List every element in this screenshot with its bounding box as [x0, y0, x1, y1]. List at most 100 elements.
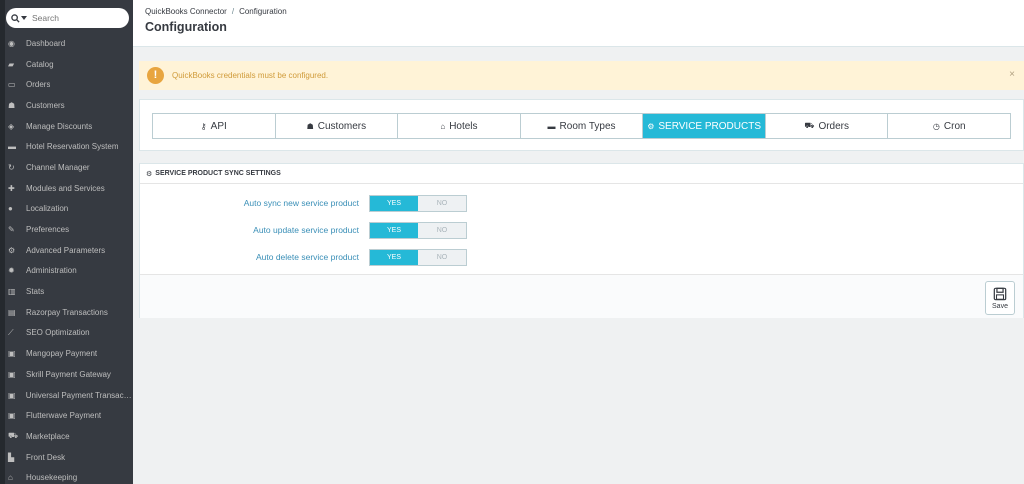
yes-option[interactable]: YES: [370, 223, 418, 238]
sidebar-item[interactable]: ▙ Front Desk: [0, 447, 133, 468]
no-option[interactable]: NO: [418, 223, 466, 238]
yes-option[interactable]: YES: [370, 250, 418, 265]
tabs-panel: ⚷ API ☗ Customers ⌂ Hotels ▬ Room Types ⚙ SERVICE…: [139, 99, 1024, 151]
sidebar-item-label: Preferences: [26, 225, 70, 235]
sidebar-item-label: Stats: [26, 287, 45, 297]
tab-cron[interactable]: ◷ Cron: [888, 114, 1011, 138]
warning-alert: ! QuickBooks credentials must be configu…: [139, 61, 1024, 90]
sidebar-item-label: Marketplace: [26, 431, 70, 441]
tab-room-types[interactable]: ▬ Room Types: [520, 114, 644, 138]
sidebar-item[interactable]: ▥ Stats: [0, 281, 133, 302]
search-box[interactable]: [6, 8, 129, 28]
sidebar-item-label: Housekeeping: [26, 473, 78, 483]
sidebar-item-label: Universal Payment Transacti...: [25, 390, 133, 400]
sidebar-item[interactable]: ◉ Dashboard: [0, 33, 133, 54]
sidebar-item-label: Dashboard: [26, 38, 66, 48]
yes-no-switch: YES NO: [369, 222, 467, 239]
breadcrumb: QuickBooks Connector / Configuration: [145, 7, 287, 16]
sidebar-item[interactable]: ▣ Flutterwave Payment: [0, 405, 133, 426]
breadcrumb-link[interactable]: QuickBooks Connector: [145, 7, 227, 16]
sidebar-item-label: Channel Manager: [26, 162, 90, 172]
main-content: QuickBooks Connector / Configuration Confi…: [133, 0, 1024, 484]
page-title: Configuration: [145, 20, 227, 34]
user-icon: ☗: [306, 121, 314, 131]
tab-service-products[interactable]: ⚙ SERVICE PRODUCTS: [643, 114, 766, 138]
search-input[interactable]: [32, 13, 122, 23]
money-icon: ▣: [8, 411, 16, 421]
sidebar-item[interactable]: ⚙ Advanced Parameters: [0, 240, 133, 261]
sidebar-item[interactable]: ✎ Preferences: [0, 219, 133, 240]
setting-label: Auto update service product: [253, 225, 359, 235]
sidebar-item-label: Mangopay Payment: [26, 349, 98, 359]
globe-icon: ●: [8, 204, 13, 214]
panel-footer: Save: [140, 274, 1023, 318]
sidebar-menu: ◉ Dashboard ▰ Catalog ▭ Orders ☗ Customers ◈ Mana…: [0, 33, 133, 484]
tab-api[interactable]: ⚷ API: [153, 114, 276, 138]
breadcrumb-separator: /: [231, 7, 235, 16]
money-icon: ▣: [8, 390, 16, 400]
money-icon: ▣: [8, 349, 16, 359]
setting-row: Auto delete service product YES NO: [140, 249, 1023, 266]
home-icon: ⌂: [440, 121, 446, 131]
settings-panel: ⚙ SERVICE PRODUCT SYNC SETTINGS Auto syn…: [139, 163, 1024, 318]
users-icon: ☗: [8, 100, 16, 110]
sidebar-item-label: Localization: [26, 204, 69, 214]
sidebar-item[interactable]: ✹ Administration: [0, 261, 133, 282]
tab-orders[interactable]: ⛟ Orders: [765, 114, 889, 138]
sidebar-item[interactable]: ⛟ Marketplace: [0, 426, 133, 447]
sidebar-item[interactable]: ▬ Hotel Reservation System: [0, 136, 133, 157]
save-button[interactable]: Save: [985, 281, 1015, 315]
sidebar-item-label: Advanced Parameters: [26, 245, 106, 255]
sidebar-item[interactable]: ☗ Customers: [0, 95, 133, 116]
sidebar-item-label: Customers: [26, 100, 65, 110]
setting-label: Auto sync new service product: [243, 198, 359, 208]
search-icon[interactable]: [6, 13, 32, 23]
tab-label: Cron: [943, 120, 966, 132]
sidebar-item[interactable]: ↻ Channel Manager: [0, 157, 133, 178]
sidebar-item[interactable]: ▭ Orders: [0, 74, 133, 95]
sidebar-item-label: Razorpay Transactions: [26, 307, 108, 317]
sidebar-item[interactable]: ▣ Universal Payment Transacti...: [0, 385, 133, 406]
tab-hotels[interactable]: ⌂ Hotels: [398, 114, 521, 138]
panel-heading: ⚙ SERVICE PRODUCT SYNC SETTINGS: [140, 164, 1023, 184]
sidebar-item[interactable]: ▤ Razorpay Transactions: [0, 302, 133, 323]
setting-label: Auto delete service product: [255, 252, 359, 262]
yes-no-switch: YES NO: [369, 195, 467, 212]
tab-customers[interactable]: ☗ Customers: [275, 114, 399, 138]
sidebar-item[interactable]: ⌂ Housekeeping: [0, 467, 133, 484]
tab-label: Room Types: [559, 120, 616, 132]
gear-icon: ✹: [8, 266, 15, 276]
sidebar-item[interactable]: ▣ Mangopay Payment: [0, 343, 133, 364]
sidebar-item-label: Hotel Reservation System: [26, 142, 119, 152]
sidebar-item-label: Modules and Services: [26, 183, 105, 193]
caret-down-icon: [21, 16, 27, 20]
yes-no-switch: YES NO: [369, 249, 467, 266]
refresh-icon: ↻: [8, 162, 15, 172]
no-option[interactable]: NO: [418, 250, 466, 265]
yes-option[interactable]: YES: [370, 196, 418, 211]
bed-icon: ▬: [547, 121, 556, 131]
no-option[interactable]: NO: [418, 196, 466, 211]
setting-row: Auto sync new service product YES NO: [140, 195, 1023, 212]
sidebar-item[interactable]: ◈ Manage Discounts: [0, 116, 133, 137]
sidebar-item[interactable]: ⟋ SEO Optimization: [0, 323, 133, 344]
puzzle-icon: ✚: [8, 183, 15, 193]
sidebar-item[interactable]: ▰ Catalog: [0, 54, 133, 75]
tab-label: SERVICE PRODUCTS: [658, 120, 761, 132]
bed-icon: ▬: [8, 142, 16, 152]
close-icon[interactable]: ×: [1009, 69, 1015, 80]
sidebar-item-label: Front Desk: [26, 452, 66, 462]
sidebar: ◉ Dashboard ▰ Catalog ▭ Orders ☗ Customers ◈ Mana…: [0, 0, 133, 484]
sidebar-item[interactable]: ✚ Modules and Services: [0, 178, 133, 199]
sidebar-item-label: SEO Optimization: [26, 328, 90, 338]
page-header: QuickBooks Connector / Configuration Confi…: [133, 0, 1024, 47]
tab-label: API: [210, 120, 227, 132]
cogs-icon: ⚙: [146, 170, 153, 178]
sidebar-item[interactable]: ● Localization: [0, 199, 133, 220]
sidebar-item[interactable]: ▣ Skrill Payment Gateway: [0, 364, 133, 385]
panel-heading-text: SERVICE PRODUCT SYNC SETTINGS: [155, 170, 281, 177]
money-icon: ▣: [8, 369, 16, 379]
wrench-icon: ✎: [8, 225, 15, 235]
clock-icon: ◷: [932, 121, 940, 131]
sidebar-item-label: Orders: [26, 80, 51, 90]
